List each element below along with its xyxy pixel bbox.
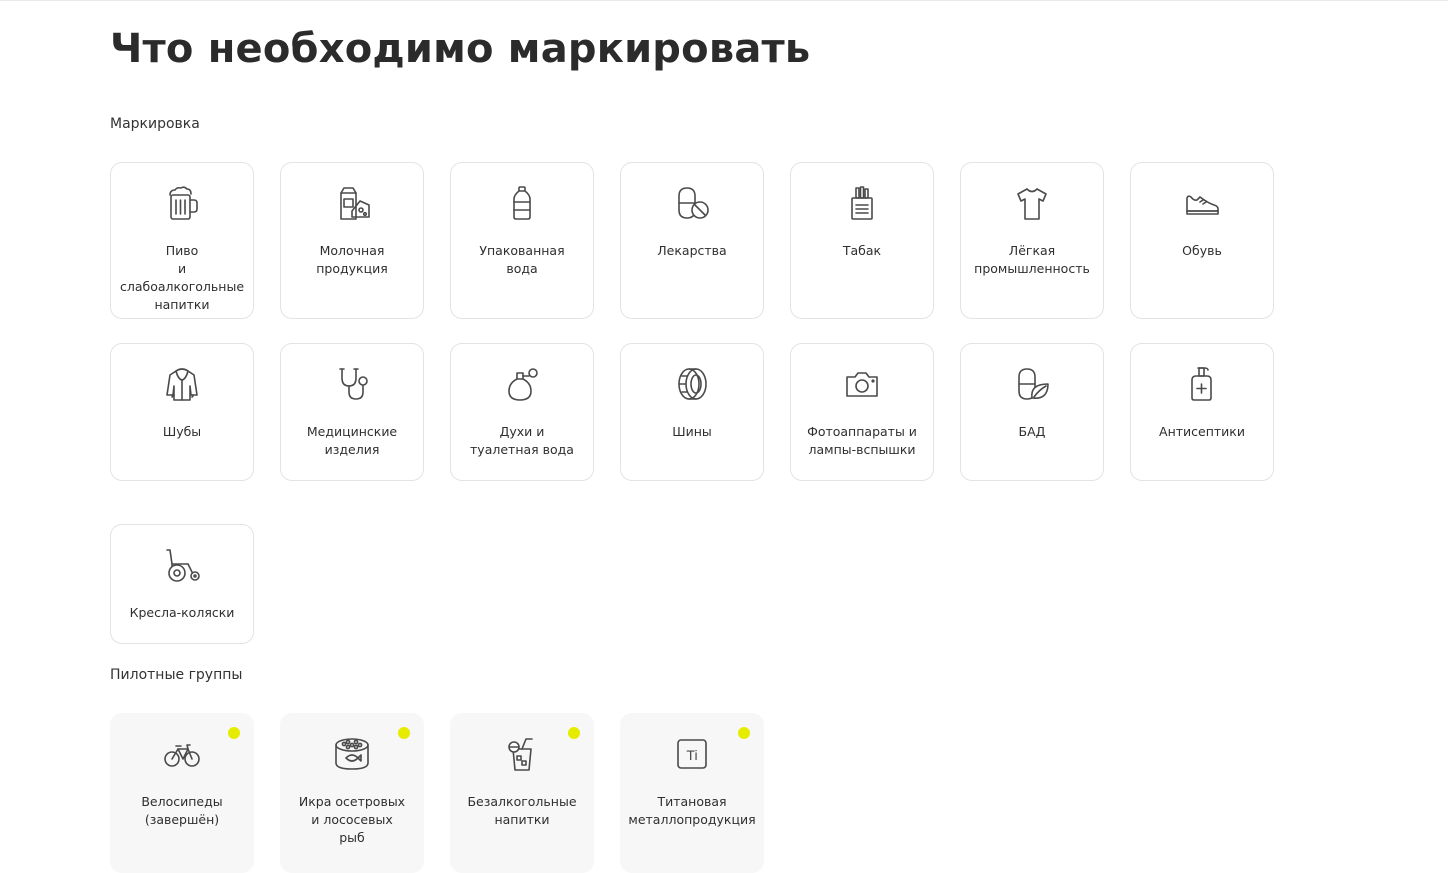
- category-card[interactable]: Шубы: [110, 343, 254, 481]
- category-label: Упакованная вода: [479, 243, 565, 276]
- perfume-icon: [502, 364, 542, 404]
- category-label: Фотоаппараты и лампы-вспышки: [807, 424, 917, 457]
- pills-icon: [672, 183, 712, 223]
- category-card[interactable]: Медицинские изделия: [280, 343, 424, 481]
- supplement-leaf-icon: [1012, 364, 1052, 404]
- bicycle-icon: [162, 734, 202, 774]
- sanitizer-icon: [1182, 364, 1222, 404]
- category-label: Икра осетровых и лососевых рыб: [298, 794, 406, 845]
- category-label: Кресла-коляски: [129, 605, 235, 620]
- pilot-status-dot: [738, 727, 750, 739]
- category-label: Обувь: [1182, 243, 1222, 258]
- category-card[interactable]: Лёгкая промышленность: [960, 162, 1104, 319]
- category-label: Медицинские изделия: [306, 424, 398, 457]
- category-card[interactable]: Фотоаппараты и лампы-вспышки: [790, 343, 934, 481]
- category-card[interactable]: Безалкогольные напитки: [450, 713, 594, 873]
- section-label-marking: Маркировка: [110, 116, 200, 132]
- page-title: Что необходимо маркировать: [110, 26, 811, 72]
- category-label: БАД: [1018, 424, 1046, 439]
- category-card[interactable]: Шины: [620, 343, 764, 481]
- section-label-pilot: Пилотные группы: [110, 667, 243, 683]
- category-card[interactable]: Табак: [790, 162, 934, 319]
- category-card[interactable]: Лекарства: [620, 162, 764, 319]
- category-label: Пиво и слабоалкогольные напитки: [119, 243, 245, 312]
- pilot-status-dot: [228, 727, 240, 739]
- beer-mug-icon: [162, 183, 202, 223]
- stethoscope-icon: [332, 364, 372, 404]
- tire-icon: [672, 364, 712, 404]
- category-label: Молочная продукция: [316, 243, 388, 276]
- category-label: Лекарства: [657, 243, 727, 258]
- category-label: Безалкогольные напитки: [467, 794, 577, 827]
- pilot-status-dot: [568, 727, 580, 739]
- soft-drink-icon: [502, 734, 542, 774]
- category-label: Антисептики: [1159, 424, 1245, 439]
- category-label: Шины: [672, 424, 712, 439]
- svg-text:Ti: Ti: [686, 747, 697, 763]
- category-label: Лёгкая промышленность: [974, 243, 1090, 276]
- caviar-can-icon: [332, 734, 372, 774]
- camera-icon: [842, 364, 882, 404]
- category-label: Шубы: [162, 424, 202, 439]
- category-card[interactable]: Упакованная вода: [450, 162, 594, 319]
- category-label: Духи и туалетная вода: [470, 424, 574, 457]
- category-label: Табак: [842, 243, 882, 258]
- top-divider: [0, 0, 1448, 1]
- category-card[interactable]: Велосипеды (завершён): [110, 713, 254, 873]
- pilot-status-dot: [398, 727, 410, 739]
- category-card[interactable]: Пиво и слабоалкогольные напитки: [110, 162, 254, 319]
- category-card[interactable]: Духи и туалетная вода: [450, 343, 594, 481]
- sneaker-icon: [1182, 183, 1222, 223]
- category-card[interactable]: Кресла-коляски: [110, 524, 254, 644]
- category-card[interactable]: Молочная продукция: [280, 162, 424, 319]
- category-card[interactable]: Икра осетровых и лососевых рыб: [280, 713, 424, 873]
- category-card[interactable]: Антисептики: [1130, 343, 1274, 481]
- category-label: Титановая металлопродукция: [628, 794, 756, 827]
- category-label: Велосипеды (завершён): [141, 794, 223, 827]
- category-card[interactable]: Обувь: [1130, 162, 1274, 319]
- category-card[interactable]: Ti Титановая металлопродукция: [620, 713, 764, 873]
- fur-coat-icon: [162, 364, 202, 404]
- wheelchair-icon: [162, 545, 202, 585]
- milk-cheese-icon: [332, 183, 372, 223]
- cigarettes-icon: [842, 183, 882, 223]
- titanium-icon: Ti: [672, 734, 712, 774]
- category-card[interactable]: БАД: [960, 343, 1104, 481]
- tshirt-icon: [1012, 183, 1052, 223]
- water-bottle-icon: [502, 183, 542, 223]
